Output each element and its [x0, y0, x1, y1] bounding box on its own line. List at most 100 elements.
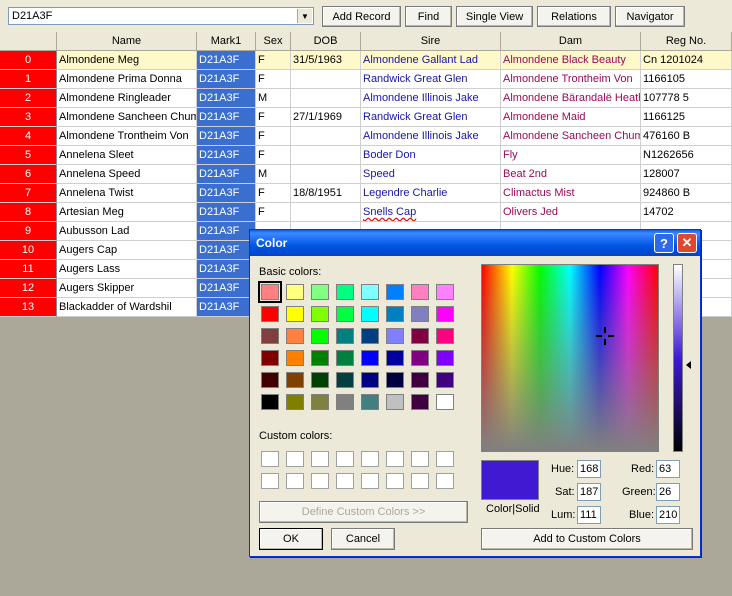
- cell-idx[interactable]: 6: [0, 165, 57, 184]
- cell-dam[interactable]: Fly: [501, 146, 641, 165]
- column-header-dam[interactable]: Dam: [501, 32, 641, 51]
- basic-color-swatch[interactable]: [336, 394, 354, 410]
- custom-color-swatch[interactable]: [386, 451, 404, 467]
- table-row[interactable]: 7 Annelena Twist D21A3F F 18/8/1951 Legendre …: [0, 184, 732, 203]
- basic-color-swatch[interactable]: [361, 328, 379, 344]
- luminance-slider[interactable]: [673, 264, 683, 452]
- cell-mark[interactable]: D21A3F: [197, 279, 256, 298]
- cell-mark[interactable]: D21A3F: [197, 165, 256, 184]
- dialog-titlebar[interactable]: Color ? ✕: [250, 230, 700, 256]
- cell-name[interactable]: Aubusson Lad: [57, 222, 197, 241]
- custom-color-swatch[interactable]: [311, 473, 329, 489]
- cell-idx[interactable]: 4: [0, 127, 57, 146]
- column-header-dob[interactable]: DOB: [291, 32, 361, 51]
- hue-field[interactable]: 168: [577, 460, 601, 478]
- basic-color-swatch[interactable]: [361, 284, 379, 300]
- close-icon[interactable]: ✕: [677, 233, 697, 253]
- cancel-button[interactable]: Cancel: [331, 528, 395, 550]
- add-record-button[interactable]: Add Record: [322, 6, 401, 27]
- cell-sire[interactable]: Randwick Great Glen: [361, 70, 501, 89]
- cell-sex[interactable]: F: [256, 51, 291, 70]
- cell-name[interactable]: Artesian Meg: [57, 203, 197, 222]
- cell-sex[interactable]: F: [256, 108, 291, 127]
- basic-color-swatch[interactable]: [336, 350, 354, 366]
- green-field[interactable]: 26: [656, 483, 680, 501]
- cell-dam[interactable]: Olivers Jed: [501, 203, 641, 222]
- basic-color-swatch[interactable]: [286, 372, 304, 388]
- chevron-down-icon[interactable]: ▼: [297, 9, 312, 23]
- basic-color-swatch[interactable]: [436, 372, 454, 388]
- table-row[interactable]: 3 Almondene Sancheen Chum D21A3F F 27/1/1969…: [0, 108, 732, 127]
- cell-sire[interactable]: Legendre Charlie: [361, 184, 501, 203]
- table-row[interactable]: 0 Almondene Meg D21A3F F 31/5/1963 Almondene …: [0, 51, 732, 70]
- basic-color-swatch[interactable]: [386, 394, 404, 410]
- custom-color-swatch[interactable]: [261, 473, 279, 489]
- basic-color-swatch[interactable]: [361, 306, 379, 322]
- basic-color-swatch[interactable]: [386, 306, 404, 322]
- cell-name[interactable]: Augers Skipper: [57, 279, 197, 298]
- cell-sire[interactable]: Speed: [361, 165, 501, 184]
- basic-color-swatch[interactable]: [311, 372, 329, 388]
- cell-name[interactable]: Almondene Sancheen Chum: [57, 108, 197, 127]
- basic-color-swatch[interactable]: [311, 328, 329, 344]
- cell-mark[interactable]: D21A3F: [197, 70, 256, 89]
- cell-sex[interactable]: F: [256, 70, 291, 89]
- cell-idx[interactable]: 5: [0, 146, 57, 165]
- cell-name[interactable]: Annelena Sleet: [57, 146, 197, 165]
- add-to-custom-colors-button[interactable]: Add to Custom Colors: [481, 528, 693, 550]
- basic-color-swatch[interactable]: [258, 281, 282, 303]
- basic-color-swatch[interactable]: [436, 306, 454, 322]
- basic-color-swatch[interactable]: [411, 394, 429, 410]
- cell-dob[interactable]: 31/5/1963: [291, 51, 361, 70]
- basic-color-swatch[interactable]: [386, 350, 404, 366]
- custom-color-swatch[interactable]: [336, 473, 354, 489]
- custom-color-swatch[interactable]: [411, 473, 429, 489]
- column-header-sire[interactable]: Sire: [361, 32, 501, 51]
- relations-button[interactable]: Relations: [537, 6, 611, 27]
- help-icon[interactable]: ?: [654, 233, 674, 253]
- cell-name[interactable]: Almondene Meg: [57, 51, 197, 70]
- cell-mark[interactable]: D21A3F: [197, 298, 256, 317]
- cell-reg[interactable]: 924860 B: [641, 184, 732, 203]
- cell-idx[interactable]: 13: [0, 298, 57, 317]
- basic-color-swatch[interactable]: [436, 394, 454, 410]
- column-header-mark[interactable]: Mark1: [197, 32, 256, 51]
- cell-sex[interactable]: M: [256, 165, 291, 184]
- cell-mark[interactable]: D21A3F: [197, 127, 256, 146]
- basic-color-swatch[interactable]: [411, 350, 429, 366]
- table-row[interactable]: 5 Annelena Sleet D21A3F F Boder Don Fly N12626…: [0, 146, 732, 165]
- cell-mark[interactable]: D21A3F: [197, 222, 256, 241]
- custom-color-swatch[interactable]: [361, 451, 379, 467]
- basic-color-swatch[interactable]: [311, 394, 329, 410]
- basic-color-swatch[interactable]: [311, 284, 329, 300]
- cell-mark[interactable]: D21A3F: [197, 89, 256, 108]
- cell-idx[interactable]: 12: [0, 279, 57, 298]
- record-combo[interactable]: D21A3F ▼: [8, 7, 314, 25]
- basic-color-swatch[interactable]: [386, 372, 404, 388]
- cell-idx[interactable]: 7: [0, 184, 57, 203]
- column-header-name[interactable]: Name: [57, 32, 197, 51]
- cell-name[interactable]: Augers Cap: [57, 241, 197, 260]
- cell-dam[interactable]: Beat 2nd: [501, 165, 641, 184]
- basic-color-swatch[interactable]: [311, 350, 329, 366]
- custom-color-swatch[interactable]: [336, 451, 354, 467]
- cell-reg[interactable]: 128007: [641, 165, 732, 184]
- table-row[interactable]: 6 Annelena Speed D21A3F M Speed Beat 2nd 12800…: [0, 165, 732, 184]
- cell-sex[interactable]: F: [256, 146, 291, 165]
- cell-mark[interactable]: D21A3F: [197, 184, 256, 203]
- basic-color-swatch[interactable]: [336, 328, 354, 344]
- cell-mark[interactable]: D21A3F: [197, 260, 256, 279]
- cell-mark[interactable]: D21A3F: [197, 108, 256, 127]
- cell-idx[interactable]: 10: [0, 241, 57, 260]
- basic-color-swatch[interactable]: [336, 284, 354, 300]
- cell-sex[interactable]: M: [256, 89, 291, 108]
- basic-color-swatch[interactable]: [411, 372, 429, 388]
- basic-color-swatch[interactable]: [286, 284, 304, 300]
- cell-reg[interactable]: 107778 5: [641, 89, 732, 108]
- cell-idx[interactable]: 2: [0, 89, 57, 108]
- cell-sire[interactable]: Almondene Gallant Lad: [361, 51, 501, 70]
- cell-name[interactable]: Almondene Trontheim Von: [57, 127, 197, 146]
- table-row[interactable]: 1 Almondene Prima Donna D21A3F F Randwick Gr…: [0, 70, 732, 89]
- cell-name[interactable]: Annelena Speed: [57, 165, 197, 184]
- cell-dam[interactable]: Climactus Mist: [501, 184, 641, 203]
